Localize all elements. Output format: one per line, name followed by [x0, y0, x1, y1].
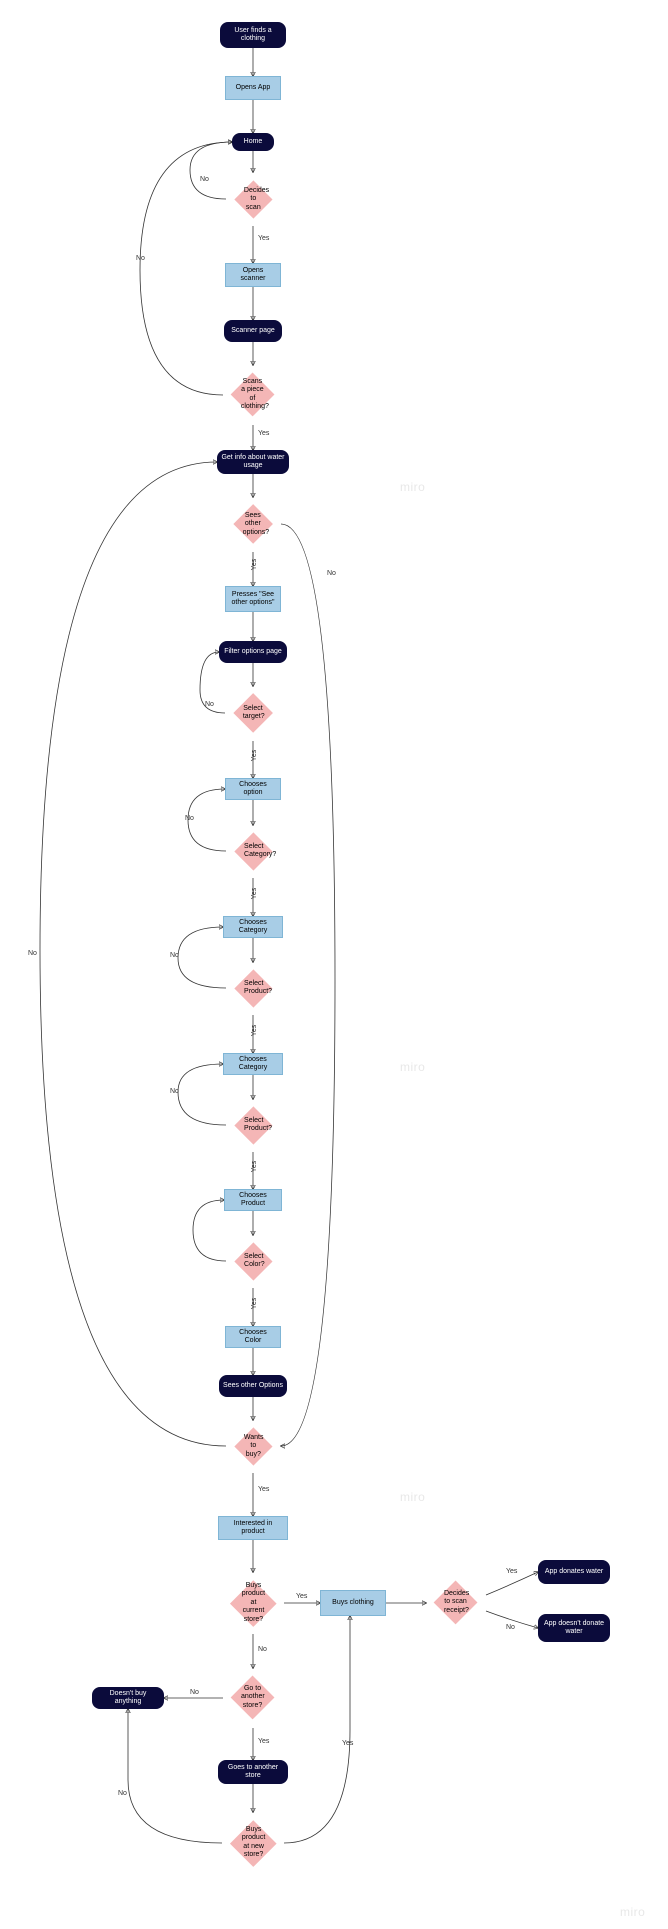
node-n14: Select Category? [234, 832, 272, 870]
watermark: miro [400, 480, 425, 494]
edge-label-no: No [190, 1689, 199, 1696]
node-n18: Select Product? [234, 1106, 272, 1144]
edge-label-yes: Yes [251, 750, 258, 761]
node-n28: App donates water [538, 1560, 610, 1584]
node-n17: Chooses Category [223, 1053, 283, 1075]
edge-label-yes: Yes [258, 1738, 269, 1745]
node-label: Select Product? [244, 1117, 263, 1134]
watermark: miro [400, 1060, 425, 1074]
node-n1: User finds a clothing [220, 22, 286, 48]
node-n15: Chooses Category [223, 916, 283, 938]
node-n11: Filter options page [219, 641, 287, 663]
edge-label-yes: Yes [296, 1593, 307, 1600]
node-label: Buys product at current store? [241, 1582, 266, 1624]
node-label: Go to another store? [241, 1685, 264, 1710]
edge-label-no: No [28, 950, 37, 957]
edge-label-yes: Yes [342, 1740, 353, 1747]
edge-label-no: No [118, 1790, 127, 1797]
edge-label-yes: Yes [251, 888, 258, 899]
node-n13: Chooses option [225, 778, 281, 800]
node-n32: Goes to another store [218, 1760, 288, 1784]
edge-label-no: No [258, 1646, 267, 1653]
edge-label-yes: Yes [258, 1486, 269, 1493]
edge-label-no: No [205, 701, 214, 708]
node-n4: Decides to scan [234, 180, 272, 218]
node-label: Sees other options? [243, 511, 263, 536]
node-n26: Buys clothing [320, 1590, 386, 1616]
node-n33: Buys product at new store? [230, 1820, 276, 1866]
node-n3: Home [232, 133, 274, 151]
watermark: miro [400, 1490, 425, 1504]
edge-label-no: No [136, 255, 145, 262]
edge-label-no: No [170, 1088, 179, 1095]
node-label: Decides to scan [244, 186, 263, 211]
edge-label-no: No [506, 1624, 515, 1631]
node-label: Select Product? [244, 980, 263, 997]
node-label: Select Color? [244, 1253, 263, 1270]
node-n24: Interested in product [218, 1516, 288, 1540]
node-n2: Opens App [225, 76, 281, 100]
edge-label-yes: Yes [258, 235, 269, 242]
node-label: Decides to scan receipt? [444, 1590, 467, 1615]
node-n25: Buys product at current store? [230, 1580, 276, 1626]
node-n12: Select target? [233, 693, 273, 733]
node-n10: Presses "See other options" [225, 586, 281, 612]
edge-label-no: No [185, 815, 194, 822]
edge-label-yes: Yes [251, 1298, 258, 1309]
node-n7: Scans a piece of clothing? [231, 373, 275, 417]
edge-label-no: No [170, 952, 179, 959]
edge-label-yes: Yes [251, 1025, 258, 1036]
node-n16: Select Product? [234, 969, 272, 1007]
node-label: Select target? [243, 705, 263, 722]
node-n30: Go to another store? [231, 1676, 275, 1720]
node-label: Buys product at new store? [241, 1826, 266, 1860]
edge-label-yes: Yes [251, 1161, 258, 1172]
node-n20: Select Color? [234, 1242, 272, 1280]
flowchart-canvas: miro miro miro miro Yes No Yes No Yes No… [0, 0, 668, 1929]
edge-label-no: No [327, 570, 336, 577]
node-n19: Chooses Product [224, 1189, 282, 1211]
node-label: Wants to buy? [244, 1433, 263, 1458]
node-n23: Wants to buy? [234, 1427, 272, 1465]
edge-label-yes: Yes [251, 559, 258, 570]
node-label: Select Category? [244, 843, 263, 860]
watermark: miro [620, 1905, 645, 1919]
node-n29: App doesn't donate water [538, 1614, 610, 1642]
edge-label-yes: Yes [258, 430, 269, 437]
node-n8: Get info about water usage [217, 450, 289, 474]
node-n22: Sees other Options [219, 1375, 287, 1397]
node-n6: Scanner page [224, 320, 282, 342]
node-label: Scans a piece of clothing? [241, 378, 264, 412]
node-n5: Opens scanner [225, 263, 281, 287]
node-n9: Sees other options? [233, 504, 273, 544]
edge-label-no: No [200, 176, 209, 183]
edge-label-yes: Yes [506, 1568, 517, 1575]
node-n27: Decides to scan receipt? [434, 1581, 478, 1625]
node-n21: Chooses Color [225, 1326, 281, 1348]
node-n31: Doesn't buy anything [92, 1687, 164, 1709]
